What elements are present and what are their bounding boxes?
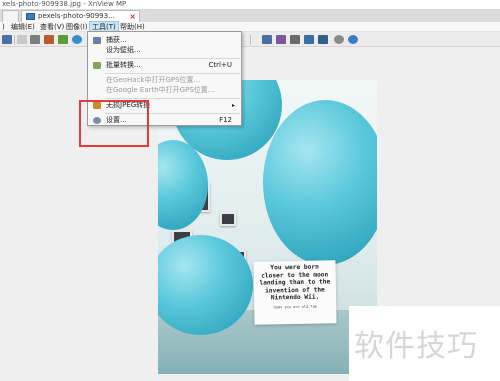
tab-browser[interactable] <box>2 10 19 22</box>
save-icon[interactable] <box>2 35 12 44</box>
menu-edit[interactable]: 编辑(E) <box>9 22 37 32</box>
copy-icon[interactable] <box>30 35 40 44</box>
menu-separator <box>105 58 240 59</box>
tab-strip: pexels-photo-90993… × <box>0 9 500 22</box>
batch-convert-icon <box>93 62 101 69</box>
menu-bar: ) 编辑(E) 查看(V) 图像(I) 工具(T) 帮助(H) <box>0 21 500 33</box>
highlight-box <box>79 100 149 147</box>
menu-separator <box>105 98 240 99</box>
menu-item-set-wallpaper[interactable]: 设为壁纸... <box>89 45 240 56</box>
toolbar-divider <box>250 35 251 45</box>
print-icon[interactable] <box>17 35 27 44</box>
toolbar <box>0 32 500 47</box>
print-preview-icon[interactable] <box>290 35 300 44</box>
menu-separator <box>105 73 240 74</box>
watermark-text: 软件技巧 <box>354 329 478 364</box>
gear-icon[interactable] <box>334 35 344 44</box>
tab-label: pexels-photo-90993… <box>38 12 116 20</box>
card-caption: Damn you are old fam <box>273 304 317 310</box>
window-title: xels-photo-909938.jpg - XnView MP <box>0 0 500 9</box>
menu-item-batch-convert[interactable]: 批量转换... Ctrl+U <box>89 60 240 71</box>
balloon <box>263 100 377 265</box>
submenu-arrow-icon: ▸ <box>231 102 235 109</box>
card-text: You were born closer to the moon landing… <box>259 263 331 302</box>
photo-frame <box>220 212 236 226</box>
adjust-icon[interactable] <box>44 35 54 44</box>
toolbar-divider <box>14 35 15 45</box>
slideshow-icon[interactable] <box>304 35 314 44</box>
close-icon[interactable]: × <box>129 11 136 22</box>
capture-icon <box>93 37 101 44</box>
image-file-icon <box>26 13 35 20</box>
menu-item-google-earth: 在Google Earth中打开GPS位置... <box>106 86 215 94</box>
filter-icon[interactable] <box>58 35 68 44</box>
menu-file[interactable]: ) <box>0 22 7 32</box>
rotate-icon[interactable] <box>72 35 82 44</box>
help-icon[interactable] <box>348 35 358 44</box>
tab-image[interactable]: pexels-photo-90993… × <box>21 10 140 22</box>
fullscreen-icon[interactable] <box>318 35 328 44</box>
xnview-window: xels-photo-909938.jpg - XnView MP pexels… <box>0 0 500 381</box>
menu-view[interactable]: 查看(V) <box>38 22 66 32</box>
menu-image[interactable]: 图像(I) <box>64 22 90 32</box>
trivia-card: You were born closer to the moon landing… <box>253 260 337 325</box>
resize-icon[interactable] <box>262 35 272 44</box>
effects-icon[interactable] <box>276 35 286 44</box>
